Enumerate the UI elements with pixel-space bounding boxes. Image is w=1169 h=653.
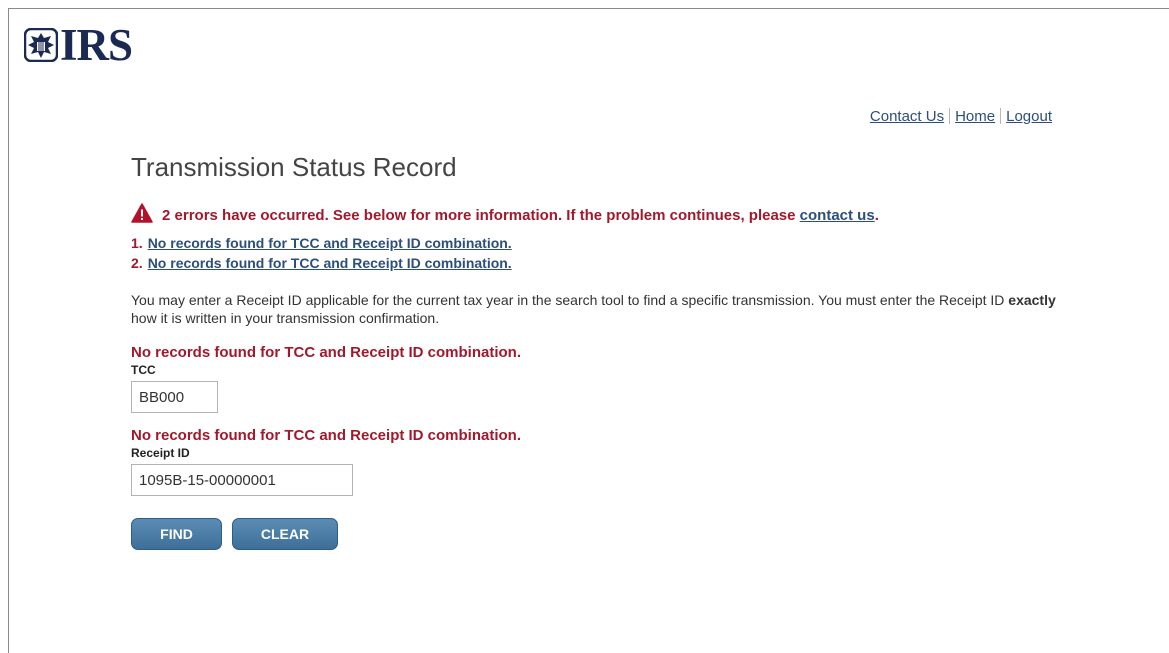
eagle-seal-icon (24, 28, 58, 62)
find-button[interactable]: FIND (131, 518, 222, 550)
warning-icon (131, 203, 162, 227)
instructions-emphasis: exactly (1008, 292, 1056, 308)
error-summary-text: 2 errors have occurred. See below for mo… (162, 206, 800, 224)
list-item: 2. No records found for TCC and Receipt I… (131, 253, 1061, 273)
error-link[interactable]: No records found for TCC and Receipt ID … (148, 255, 512, 271)
nav-divider (949, 108, 951, 124)
tcc-error: No records found for TCC and Receipt ID … (131, 344, 522, 361)
error-link[interactable]: No records found for TCC and Receipt ID … (148, 235, 512, 251)
utility-nav: Contact Us Home Logout (870, 108, 1052, 125)
instructions-part: You may enter a Receipt ID applicable fo… (131, 292, 1009, 308)
receipt-id-input[interactable] (131, 464, 353, 496)
clear-button[interactable]: CLEAR (232, 518, 338, 550)
error-number: 1. (131, 235, 143, 251)
receipt-id-error: No records found for TCC and Receipt ID … (131, 427, 522, 444)
contact-us-inline-link[interactable]: contact us (800, 207, 875, 224)
irs-logo[interactable]: IRS (24, 20, 133, 70)
main-content: Transmission Status Record 2 errors have… (131, 150, 1061, 550)
error-number: 2. (131, 255, 143, 271)
form-actions: FIND CLEAR (131, 518, 1061, 550)
instructions-part: how it is written in your transmission c… (131, 310, 440, 326)
receipt-id-label: Receipt ID (131, 446, 190, 460)
error-summary: 2 errors have occurred. See below for mo… (131, 203, 1061, 227)
instructions-text: You may enter a Receipt ID applicable fo… (131, 291, 1061, 327)
nav-divider (1000, 108, 1002, 124)
tcc-input[interactable] (131, 381, 218, 413)
list-item: 1. No records found for TCC and Receipt I… (131, 233, 1061, 253)
logout-link[interactable]: Logout (1006, 108, 1052, 125)
page-title: Transmission Status Record (131, 152, 457, 182)
error-summary-suffix: . (874, 206, 879, 224)
contact-us-link[interactable]: Contact Us (870, 108, 944, 125)
logo-text: IRS (60, 20, 133, 70)
home-link[interactable]: Home (955, 108, 995, 125)
tcc-label: TCC (131, 363, 156, 377)
error-list: 1. No records found for TCC and Receipt I… (131, 233, 1061, 273)
